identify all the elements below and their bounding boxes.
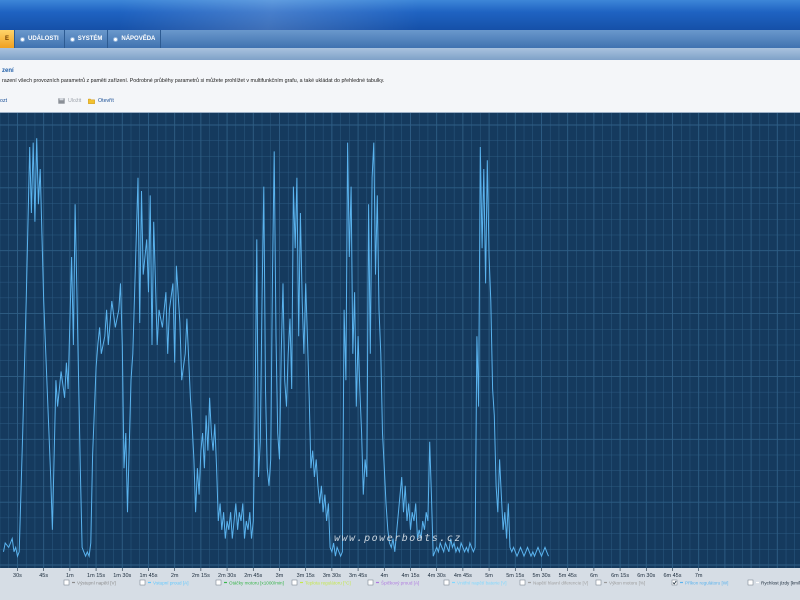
folder-icon [88,98,95,104]
x-tick-label: 7m [695,573,703,579]
x-tick-label: 1m [66,573,74,579]
menu-bullet-icon [20,36,26,42]
x-tick-label: 5m 15s [506,573,524,579]
save-button[interactable]: Uložit [58,98,81,104]
open-button[interactable]: Otevřít [88,98,114,104]
line-chart[interactable]: www.powerboats.cz 30s 45s 1m 1m 15s 1m 30s 1m… [0,113,800,600]
legend-label: Napětí hlavní diferencie [V] [533,581,588,586]
main-menu: E UDÁLOSTI SYSTÉM NÁPOVĚDA [0,30,800,49]
x-tick-label: 6m 30s [637,573,655,579]
load-button-label: ozt [0,98,8,104]
x-tick-label: 3m 30s [323,573,341,579]
menu-item-events[interactable]: UDÁLOSTI [15,30,65,48]
legend-checkbox[interactable] [139,579,146,586]
x-tick-label: 1m 15s [87,573,105,579]
menu-item-label: UDÁLOSTI [28,36,59,42]
panel-description: razení všech provozních parametrů z pamě… [2,78,385,84]
menu-item-label: SYSTÉM [77,36,103,42]
x-tick-label: 2m [171,573,179,579]
menu-item-overview[interactable]: E [0,30,16,48]
x-tick-label: 6m 45s [663,573,681,579]
x-tick-label: 4m 15s [401,573,419,579]
legend-checkbox[interactable] [367,579,374,586]
x-tick-label: 1m 30s [113,573,131,579]
legend-label: Rychlost jízdy [km/h] [761,581,800,586]
legend-label: Špičkový proud [A] [381,580,419,586]
legend-checkbox[interactable] [443,579,450,586]
x-tick-label: 1m 45s [139,573,157,579]
legend-checkbox[interactable] [215,579,222,586]
legend-checkbox[interactable] [747,579,754,586]
window-title-bar [0,0,800,30]
menu-bullet-icon [69,36,75,42]
legend-checkbox[interactable] [291,579,298,586]
legend-label: Otáčky motoru [x1000/min] [229,581,284,586]
save-button-label: Uložit [68,98,82,104]
submenu-bar [0,48,800,60]
x-tick-label: 6m 15s [611,573,629,579]
menu-item-label: E [5,36,10,42]
legend-label: Teplota regulátoru [°C] [305,581,351,586]
x-tick-label: 45s [39,573,48,579]
menu-item-help[interactable]: NÁPOVĚDA [108,30,162,48]
legend-checkbox[interactable] [63,579,70,586]
menu-item-system[interactable]: SYSTÉM [65,30,109,48]
x-tick-label: 4m [380,573,388,579]
menu-bullet-icon [113,36,119,42]
x-tick-label: 5m 45s [559,573,577,579]
x-tick-label: 2m 45s [244,573,262,579]
x-tick-label: 2m 15s [192,573,210,579]
x-tick-label: 4m 45s [454,573,472,579]
legend-checkbox[interactable] [595,579,602,586]
info-panel: zení razení všech provozních parametrů z… [0,60,800,113]
legend-label: Vstupní proud [A] [153,581,189,586]
menu-item-label: NÁPOVĚDA [121,36,156,42]
legend-checkbox[interactable] [519,579,526,586]
watermark-text: www.powerboats.cz [334,533,462,544]
panel-title: zení [2,68,14,74]
plot-background [0,113,800,600]
load-button[interactable]: ozt [0,98,7,104]
x-tick-label: 5m 30s [532,573,550,579]
legend-label: Vnitřní napětí baterie [V] [457,581,507,586]
legend-label: Příkon regulátoru [W] [685,581,728,586]
floppy-disk-icon [58,98,65,104]
x-tick-label: 3m 45s [349,573,367,579]
x-tick-label: 5m [485,573,493,579]
x-tick-label: 6m [590,573,598,579]
open-button-label: Otevřít [98,98,114,104]
title-bar-glow [120,0,420,30]
x-tick-label: 3m [276,573,284,579]
x-tick-label: 4m 30s [428,573,446,579]
x-tick-label: 3m 15s [297,573,315,579]
x-tick-label: 2m 30s [218,573,236,579]
legend-label: Výkon motoru [%] [609,581,645,586]
legend-label: Výstupní napětí [V] [77,581,116,586]
x-tick-label: 30s [13,573,22,579]
